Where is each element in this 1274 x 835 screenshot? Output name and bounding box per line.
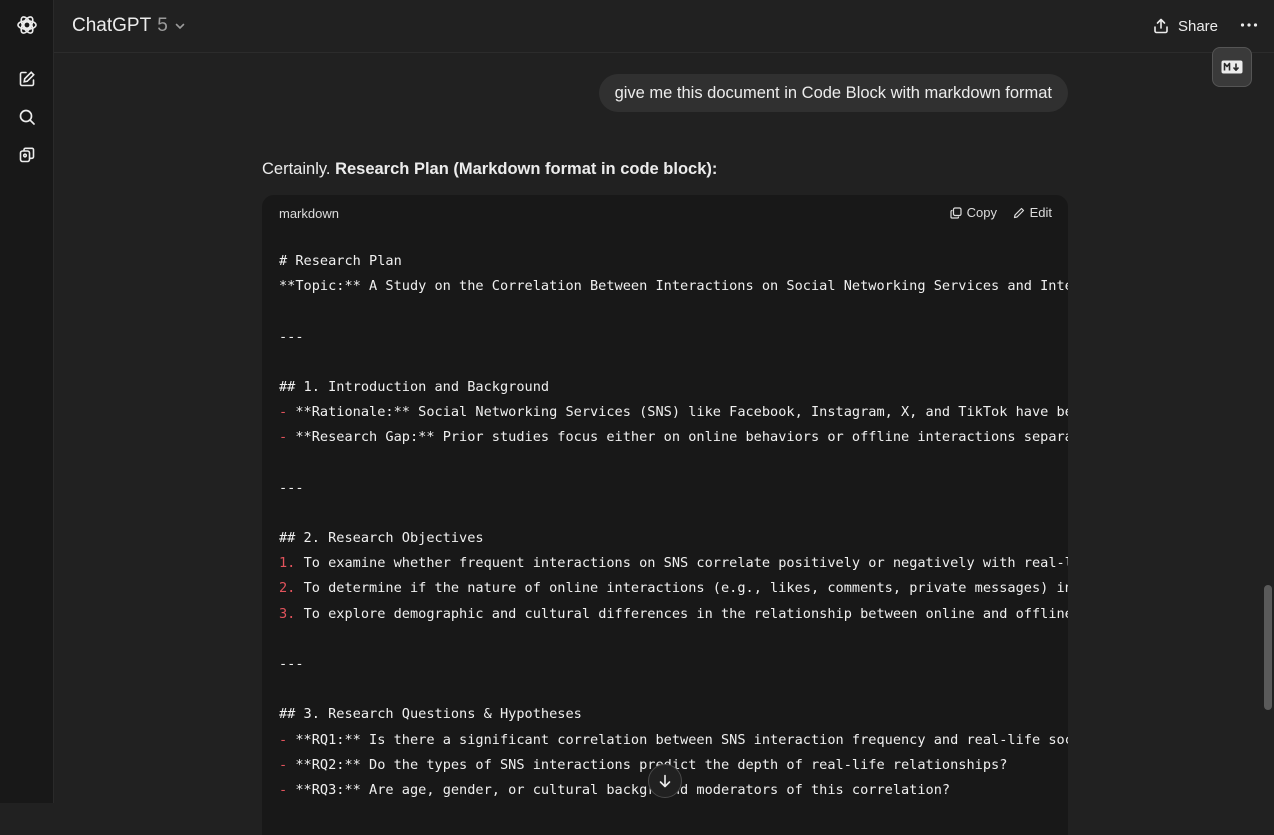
code-line-text: To explore demographic and cultural diff… xyxy=(303,605,1068,622)
code-content: # Research Plan **Topic:** A Study on the… xyxy=(279,249,1068,803)
copy-icon xyxy=(950,206,962,219)
model-version: 5 xyxy=(157,15,168,36)
code-line: 1. To examine whether frequent interacti… xyxy=(279,551,1068,576)
code-list-marker: - xyxy=(279,756,296,773)
user-message-bubble: give me this document in Code Block with… xyxy=(598,74,1068,112)
code-line: ## 2. Research Objectives xyxy=(279,526,1068,551)
code-line-text: To examine whether frequent interactions… xyxy=(303,555,1068,572)
code-line-text: --- xyxy=(279,328,304,345)
edit-button[interactable]: Edit xyxy=(1013,205,1052,220)
code-list-marker: - xyxy=(279,404,296,421)
scroll-to-bottom-button[interactable] xyxy=(648,764,682,798)
code-line: 3. To explore demographic and cultural d… xyxy=(279,602,1068,627)
copy-button[interactable]: Copy xyxy=(950,205,997,220)
page-scrollbar-thumb[interactable] xyxy=(1264,585,1272,710)
code-line: 2. To determine if the nature of online … xyxy=(279,576,1068,601)
library-icon[interactable] xyxy=(13,141,41,169)
search-icon[interactable] xyxy=(13,103,41,131)
more-horizontal-icon xyxy=(1240,23,1258,27)
user-message-text: give me this document in Code Block with… xyxy=(614,83,1052,102)
assistant-intro-bold: Research Plan (Markdown format in code b… xyxy=(335,160,718,178)
code-list-marker: 3. xyxy=(279,605,304,622)
chevron-down-icon xyxy=(175,23,185,30)
code-line-text: **Research Gap:** Prior studies focus ei… xyxy=(295,429,1068,446)
code-line-text: **RQ1:** Is there a significant correlat… xyxy=(295,731,1068,748)
edit-label: Edit xyxy=(1029,205,1052,220)
code-line-text: **Topic:** A Study on the Correlation Be… xyxy=(279,278,1068,295)
code-line: --- xyxy=(279,476,1068,501)
top-bar: ChatGPT 5 Share xyxy=(54,0,1274,53)
code-line: ## 3. Research Questions & Hypotheses xyxy=(279,702,1068,727)
code-line: ## 1. Introduction and Background xyxy=(279,375,1068,400)
code-line: --- xyxy=(279,325,1068,350)
code-line-text: # Research Plan xyxy=(279,253,402,269)
code-line-text: ## 1. Introduction and Background xyxy=(279,378,550,395)
code-line: - **RQ1:** Is there a significant correl… xyxy=(279,728,1068,753)
code-list-marker: - xyxy=(279,429,296,446)
share-label: Share xyxy=(1177,17,1218,35)
code-line: - **Research Gap:** Prior studies focus … xyxy=(279,425,1068,450)
more-options-button[interactable] xyxy=(1238,12,1260,38)
code-line-text: --- xyxy=(279,479,304,496)
code-line: **Topic:** A Study on the Correlation Be… xyxy=(279,274,1068,299)
code-line-text: ## 3. Research Questions & Hypotheses xyxy=(279,706,582,723)
chatgpt-logo-icon[interactable] xyxy=(13,11,41,39)
share-button[interactable]: Share xyxy=(1152,14,1218,38)
code-line-text: To determine if the nature of online int… xyxy=(303,580,1068,597)
arrow-down-icon xyxy=(659,774,671,788)
model-selector[interactable]: ChatGPT 5 xyxy=(72,13,186,39)
code-line-text: **RQ3:** Are age, gender, or cultural ba… xyxy=(295,781,951,798)
code-line-text: ## 2. Research Objectives xyxy=(279,530,484,547)
copy-label: Copy xyxy=(966,205,997,220)
code-line: - **Rationale:** Social Networking Servi… xyxy=(279,400,1068,425)
code-line-text: --- xyxy=(279,656,304,672)
code-line-text: **Rationale:** Social Networking Service… xyxy=(295,404,1068,421)
code-list-marker: 1. xyxy=(279,555,304,572)
code-block: markdown Copy Edit # Research Plan **Topi… xyxy=(262,195,1068,835)
left-rail xyxy=(0,0,54,803)
code-list-marker: - xyxy=(279,731,296,748)
code-line: --- xyxy=(279,652,1068,677)
code-list-marker: 2. xyxy=(279,580,304,597)
markdown-export-button[interactable] xyxy=(1212,47,1252,87)
model-name: ChatGPT xyxy=(72,15,152,36)
edit-pencil-icon xyxy=(1013,207,1024,218)
code-line: # Research Plan xyxy=(279,249,1068,274)
code-block-header: markdown Copy Edit xyxy=(262,195,1068,233)
new-chat-icon[interactable] xyxy=(13,65,41,93)
assistant-intro-plain: Certainly. xyxy=(262,160,336,178)
code-language-label: markdown xyxy=(279,206,339,221)
markdown-icon xyxy=(1221,60,1243,74)
share-icon xyxy=(1154,18,1168,34)
code-list-marker: - xyxy=(279,781,296,798)
assistant-intro: Certainly. Research Plan (Markdown forma… xyxy=(262,160,717,179)
